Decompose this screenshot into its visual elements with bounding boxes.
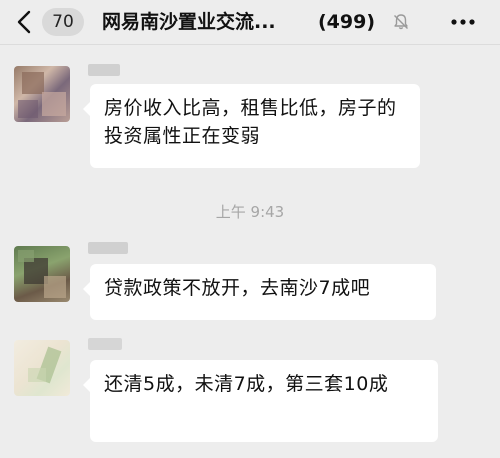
chevron-left-icon bbox=[17, 10, 31, 34]
message-bubble[interactable]: 贷款政策不放开，去南沙7成吧 bbox=[83, 264, 436, 320]
avatar[interactable] bbox=[14, 246, 70, 302]
member-count: (499) bbox=[318, 11, 376, 33]
avatar[interactable] bbox=[14, 66, 70, 122]
more-button[interactable] bbox=[448, 12, 478, 32]
chat-screen: 70 网易南沙置业交流... (499) 房价收入比高，租售比低，房子的投资属性… bbox=[0, 0, 500, 458]
message-bubble[interactable]: 房价收入比高，租售比低，房子的投资属性正在变弱 bbox=[83, 84, 420, 168]
chat-header: 70 网易南沙置业交流... (499) bbox=[0, 0, 500, 45]
bell-muted-icon bbox=[394, 14, 408, 30]
group-title: 网易南沙置业交流... bbox=[102, 11, 276, 33]
unread-count-badge[interactable]: 70 bbox=[42, 8, 84, 36]
back-button[interactable] bbox=[14, 8, 36, 36]
sender-name bbox=[88, 242, 128, 254]
avatar[interactable] bbox=[14, 340, 70, 396]
message-bubble[interactable]: 还清5成，未清7成，第三套10成 bbox=[83, 360, 438, 442]
message-timestamp: 上午 9:43 bbox=[215, 203, 285, 221]
sender-name bbox=[88, 64, 120, 76]
sender-name bbox=[88, 338, 122, 350]
more-dots-icon bbox=[451, 19, 475, 25]
